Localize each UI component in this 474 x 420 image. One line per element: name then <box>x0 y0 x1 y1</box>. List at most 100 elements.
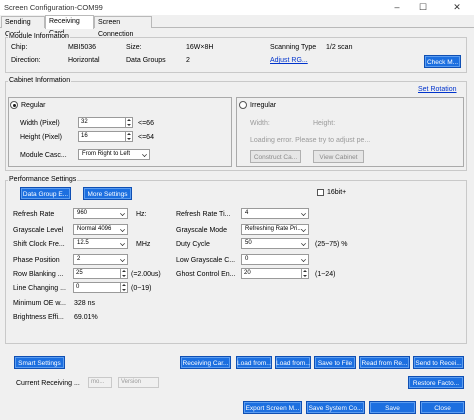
irregular-label: Irregular <box>250 102 277 109</box>
grayscale-mode-label: Grayscale Mode <box>176 227 227 234</box>
width-label: Width (Pixel) <box>20 120 60 127</box>
height-label: Height (Pixel) <box>20 134 63 141</box>
restore-factory-button[interactable]: Restore Facto... <box>408 376 464 389</box>
save-to-file-button[interactable]: Save to File <box>314 356 356 369</box>
send-to-receiving-button[interactable]: Send to Recei... <box>413 356 464 369</box>
shift-clock-unit: MHz <box>136 241 151 248</box>
height-spinner[interactable] <box>125 132 132 141</box>
construct-cabinet-button[interactable]: Construct Ca... <box>250 150 301 163</box>
ghost-control-label: Ghost Control En... <box>176 271 236 278</box>
min-oe-value: 328 ns <box>74 300 96 307</box>
duty-cycle-label: Duty Cycle <box>176 241 210 248</box>
adjust-rg-link[interactable]: Adjust RG... <box>270 57 308 64</box>
refresh-times-label: Refresh Rate Ti... <box>176 211 231 218</box>
line-changing-label: Line Changing ... <box>13 285 66 292</box>
refresh-rate-unit: Hz: <box>136 211 147 218</box>
view-cabinet-button[interactable]: View Cabinet <box>313 150 364 163</box>
receiving-card-button[interactable]: Receiving Car... <box>180 356 231 369</box>
chevron-down-icon <box>301 241 306 246</box>
tab-receiving-card[interactable]: Receiving Card <box>45 15 94 37</box>
scan-value: 1/2 scan <box>326 44 353 51</box>
bit-checkbox[interactable] <box>317 189 324 196</box>
duty-cycle-hint: (25~75) % <box>315 241 348 248</box>
data-groups-value: 2 <box>186 57 190 64</box>
irregular-radio[interactable] <box>239 101 247 109</box>
direction-value: Horizontal <box>68 57 100 64</box>
load-from-button-2[interactable]: Load from... <box>275 356 311 369</box>
module-info-group <box>5 37 467 73</box>
set-rotation-link[interactable]: Set Rotation <box>418 86 457 93</box>
maximize-button[interactable]: ☐ <box>412 0 434 15</box>
current-mode-field[interactable]: mo... <box>88 377 112 388</box>
cascade-select[interactable]: From Right to Left <box>78 149 150 160</box>
size-value: 16W×8H <box>186 44 214 51</box>
duty-cycle-select[interactable]: 50 <box>241 238 309 249</box>
close-button[interactable]: Close <box>420 401 465 414</box>
tab-sending-card[interactable]: Sending Card <box>1 16 45 38</box>
height-limit: <=64 <box>138 134 154 141</box>
width-limit: <=66 <box>138 120 154 127</box>
grayscale-level-label: Grayscale Level <box>13 227 64 234</box>
phase-position-label: Phase Position <box>13 257 60 264</box>
read-from-receiving-button[interactable]: Read from Re... <box>359 356 410 369</box>
more-settings-button[interactable]: More Settings <box>83 187 132 200</box>
chip-label: Chip: <box>11 44 28 51</box>
shift-clock-select[interactable]: 12.5 <box>73 238 128 249</box>
current-version-field[interactable]: Version <box>118 377 159 388</box>
module-info-title: Module Information <box>8 33 70 40</box>
minimize-button[interactable]: – <box>386 0 408 15</box>
smart-settings-button[interactable]: Smart Settings <box>14 356 65 369</box>
save-system-config-button[interactable]: Save System Co... <box>306 401 365 414</box>
performance-title: Performance Settings <box>8 176 78 183</box>
regular-radio[interactable] <box>10 101 18 109</box>
close-window-button[interactable]: ✕ <box>446 0 468 15</box>
save-button[interactable]: Save <box>369 401 416 414</box>
min-oe-label: Minimum OE w... <box>13 300 66 307</box>
chevron-down-icon <box>120 227 125 232</box>
line-changing-input[interactable]: 0 <box>73 282 128 293</box>
regular-label: Regular <box>21 102 46 109</box>
bit-label: 16bit+ <box>327 189 347 196</box>
shift-clock-label: Shift Clock Fre... <box>13 241 65 248</box>
export-screen-button[interactable]: Export Screen M... <box>243 401 302 414</box>
cascade-label: Module Casc... <box>20 152 67 159</box>
window-title: Screen Configuration-COM99 <box>4 3 103 12</box>
width-spinner[interactable] <box>125 118 132 127</box>
chevron-down-icon <box>120 211 125 216</box>
loading-error-text: Loading error. Please try to adjust pe..… <box>250 137 371 144</box>
row-blanking-label: Row Blanking ... <box>13 271 64 278</box>
grayscale-level-select[interactable]: Normal 4096 <box>73 224 128 235</box>
cabinet-info-title: Cabinet Information <box>8 77 72 84</box>
chevron-down-icon <box>301 211 306 216</box>
chevron-down-icon <box>301 227 306 232</box>
chevron-down-icon <box>120 241 125 246</box>
row-blanking-input[interactable]: 25 <box>73 268 128 279</box>
ghost-control-input[interactable]: 20 <box>241 268 309 279</box>
refresh-rate-select[interactable]: 960 <box>73 208 128 219</box>
height-input[interactable]: 16 <box>78 131 133 142</box>
tab-screen-connection[interactable]: Screen Connection <box>94 16 152 38</box>
load-from-button-1[interactable]: Load from... <box>236 356 272 369</box>
grayscale-mode-select[interactable]: Refreshing Rate Pri... <box>241 224 309 235</box>
line-changing-hint: (0~19) <box>131 285 152 292</box>
irregular-width-label: Width: <box>250 120 270 127</box>
width-input[interactable]: 32 <box>78 117 133 128</box>
refresh-times-select[interactable]: 4 <box>241 208 309 219</box>
ghost-control-spinner[interactable] <box>301 269 308 278</box>
data-group-button[interactable]: Data Group E... <box>20 187 71 200</box>
scan-label: Scanning Type <box>270 44 317 51</box>
low-grayscale-select[interactable]: 0 <box>241 254 309 265</box>
refresh-rate-label: Refresh Rate <box>13 211 55 218</box>
check-module-button[interactable]: Check M... <box>424 55 461 68</box>
chevron-down-icon <box>301 257 306 262</box>
row-blanking-spinner[interactable] <box>120 269 127 278</box>
chip-value: MBI5036 <box>68 44 97 51</box>
data-groups-label: Data Groups <box>126 57 166 64</box>
chevron-down-icon <box>120 257 125 262</box>
phase-position-select[interactable]: 2 <box>73 254 128 265</box>
brightness-value: 69.01% <box>74 314 98 321</box>
size-label: Size: <box>126 44 142 51</box>
current-receiving-label: Current Receiving ... <box>16 380 80 387</box>
irregular-height-label: Height: <box>313 120 336 127</box>
line-changing-spinner[interactable] <box>120 283 127 292</box>
